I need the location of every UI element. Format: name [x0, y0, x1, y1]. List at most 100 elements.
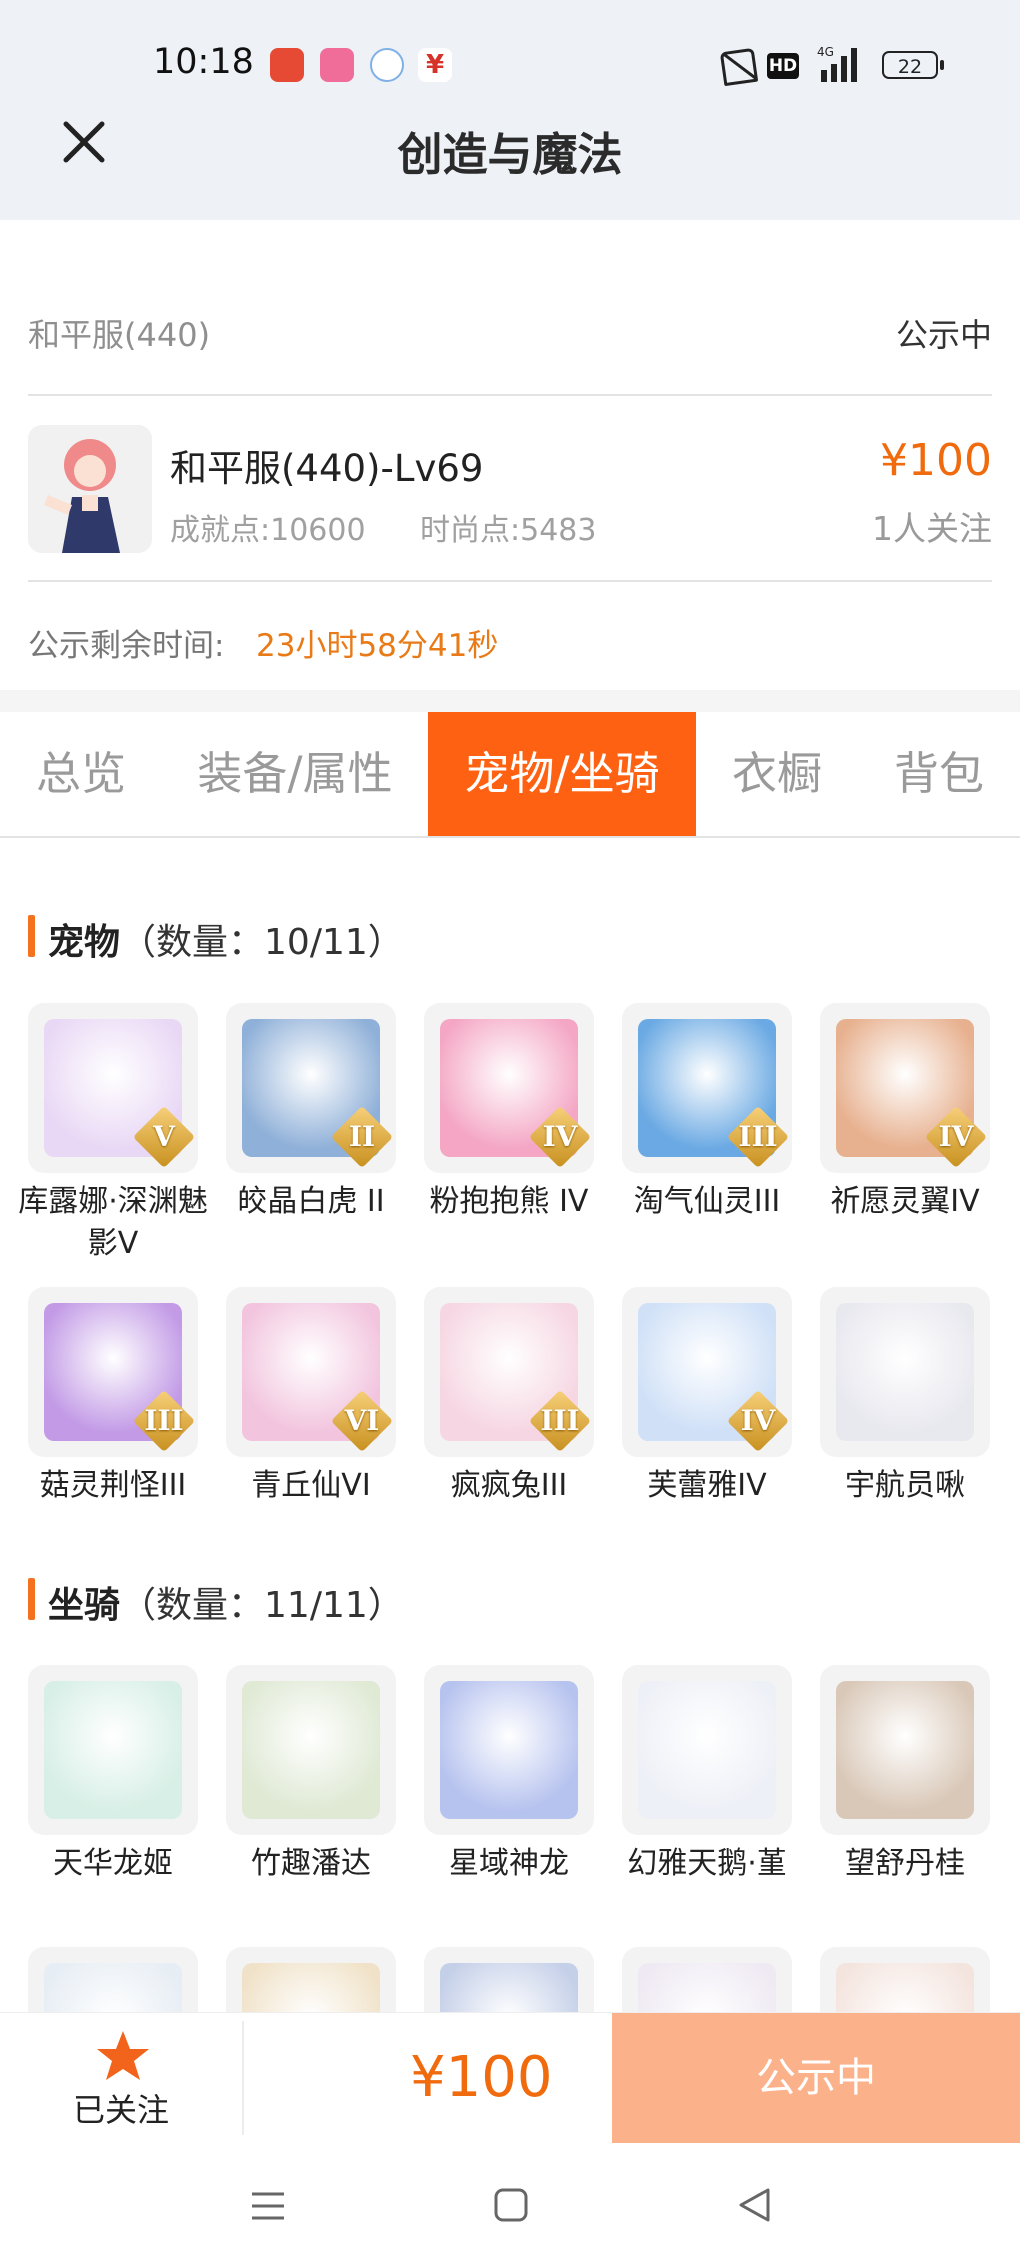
- follower-count: 1人关注: [872, 509, 992, 548]
- tab-overview[interactable]: 总览: [0, 712, 162, 836]
- item-name: 疯疯兔III: [450, 1468, 568, 1503]
- listing-status: 公示中: [895, 316, 992, 354]
- mounts-heading: 坐骑: [48, 1585, 121, 1626]
- item-art: [242, 1963, 380, 2012]
- item-thumbnail: [226, 1665, 396, 1835]
- item-thumbnail: [424, 1947, 594, 2012]
- item-name: 竹趣潘达: [251, 1846, 371, 1881]
- item-art: [440, 1681, 578, 1819]
- hd-icon: HD: [767, 53, 799, 79]
- item-thumbnail: IV: [820, 1003, 990, 1173]
- rank-label: III: [144, 1404, 184, 1437]
- signal-icon: 4G: [817, 45, 857, 82]
- item-name: 祈愿灵翼IV: [830, 1184, 980, 1219]
- page-title: 创造与魔法: [397, 128, 623, 181]
- item-card[interactable]: [424, 1947, 594, 2012]
- item-thumbnail: [424, 1665, 594, 1835]
- item-thumbnail: [820, 1947, 990, 2012]
- character-name: 和平服(440)-Lv69: [170, 447, 484, 490]
- battery-icon: 22: [882, 51, 944, 79]
- item-card[interactable]: VI 青丘仙VI: [226, 1287, 396, 1507]
- item-name: 望舒丹桂: [845, 1846, 965, 1881]
- item-thumbnail: III: [424, 1287, 594, 1457]
- item-card[interactable]: 望舒丹桂: [820, 1665, 990, 1885]
- pets-count: （数量：10/11）: [120, 922, 404, 963]
- item-thumbnail: [28, 1947, 198, 2012]
- item-card[interactable]: III 淘气仙灵III: [622, 1003, 792, 1223]
- divider: [28, 580, 992, 582]
- pets-heading: 宠物: [48, 922, 121, 963]
- tab-pets-mounts[interactable]: 宠物/坐骑: [428, 712, 696, 836]
- home-icon[interactable]: [494, 2188, 528, 2222]
- remaining-time-label: 公示剩余时间:: [28, 628, 225, 664]
- item-thumbnail: IV: [424, 1003, 594, 1173]
- item-card[interactable]: II 皎晶白虎 II: [226, 1003, 396, 1223]
- item-thumbnail: [226, 1947, 396, 2012]
- item-name: 粉抱抱熊 IV: [429, 1184, 589, 1219]
- bottom-action-bar: 已关注 ¥100 公示中: [0, 2012, 1020, 2145]
- item-card[interactable]: IV 粉抱抱熊 IV: [424, 1003, 594, 1223]
- bilibili-notification-icon: [320, 48, 354, 82]
- item-name: 芙蕾雅IV: [647, 1468, 767, 1503]
- item-art: [638, 1681, 776, 1819]
- section-gap: [0, 690, 1020, 712]
- item-thumbnail: VI: [226, 1287, 396, 1457]
- item-thumbnail: [622, 1947, 792, 2012]
- item-thumbnail: [28, 1665, 198, 1835]
- item-card[interactable]: 星域神龙: [424, 1665, 594, 1885]
- item-art: [44, 1681, 182, 1819]
- remaining-time-value: 23小时58分41秒: [256, 628, 499, 664]
- item-card[interactable]: 幻雅天鹅·堇: [622, 1665, 792, 1885]
- item-art: [44, 1963, 182, 2012]
- item-art: [836, 1303, 974, 1441]
- item-card[interactable]: V 库露娜·深渊魅影V: [18, 1003, 208, 1265]
- bottom-price: ¥100: [410, 2045, 553, 2110]
- top-bar: [0, 0, 1020, 220]
- network-type-label: 4G: [817, 45, 834, 59]
- publicity-button[interactable]: 公示中: [612, 2013, 1020, 2143]
- item-card[interactable]: 天华龙姬: [28, 1665, 198, 1885]
- follow-button[interactable]: 已关注: [0, 2085, 242, 2131]
- tab-backpack[interactable]: 背包: [858, 712, 1020, 836]
- clover-notification-icon: [370, 48, 404, 82]
- item-thumbnail: [622, 1665, 792, 1835]
- rank-label: IV: [938, 1120, 974, 1153]
- system-nav-bar: [0, 2144, 1020, 2267]
- item-card[interactable]: [622, 1947, 792, 2012]
- tab-bar: 总览 装备/属性 宠物/坐骑 衣橱 背包: [0, 712, 1020, 838]
- item-name: 宇航员啾: [845, 1468, 965, 1503]
- item-card[interactable]: III 菇灵荆怪III: [28, 1287, 198, 1507]
- item-art: [638, 1963, 776, 2012]
- item-card[interactable]: [226, 1947, 396, 2012]
- item-name: 淘气仙灵III: [633, 1184, 781, 1219]
- rank-label: IV: [542, 1120, 578, 1153]
- mute-bell-icon: [719, 47, 759, 87]
- tab-equipment[interactable]: 装备/属性: [162, 712, 428, 836]
- section-marker: [28, 1578, 35, 1620]
- menu-icon[interactable]: [250, 2190, 286, 2222]
- rank-label: VI: [344, 1404, 380, 1437]
- status-time: 10:18: [153, 42, 254, 82]
- item-name: 库露娜·深渊魅影V: [18, 1184, 208, 1261]
- item-thumbnail: [820, 1665, 990, 1835]
- item-card[interactable]: 宇航员啾: [820, 1287, 990, 1507]
- item-card[interactable]: IV 祈愿灵翼IV: [820, 1003, 990, 1223]
- item-thumbnail: [820, 1287, 990, 1457]
- rank-label: III: [540, 1404, 580, 1437]
- divider: [28, 394, 992, 396]
- item-card[interactable]: IV 芙蕾雅IV: [622, 1287, 792, 1507]
- rank-label: II: [348, 1120, 376, 1153]
- item-card[interactable]: 竹趣潘达: [226, 1665, 396, 1885]
- item-name: 幻雅天鹅·堇: [627, 1846, 787, 1881]
- item-name: 皎晶白虎 II: [237, 1184, 385, 1219]
- tab-wardrobe[interactable]: 衣橱: [696, 712, 858, 836]
- back-icon[interactable]: [738, 2188, 770, 2222]
- item-name: 菇灵荆怪III: [39, 1468, 187, 1503]
- item-thumbnail: V: [28, 1003, 198, 1173]
- item-card[interactable]: [820, 1947, 990, 2012]
- item-card[interactable]: III 疯疯兔III: [424, 1287, 594, 1507]
- item-card[interactable]: [28, 1947, 198, 2012]
- mounts-count: （数量：11/11）: [120, 1585, 404, 1626]
- star-icon[interactable]: [95, 2029, 151, 2083]
- rank-label: V: [153, 1120, 175, 1153]
